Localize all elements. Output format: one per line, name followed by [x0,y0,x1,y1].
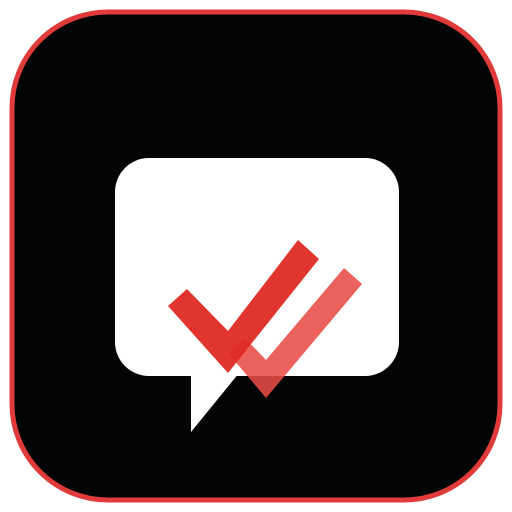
app-icon[interactable] [0,0,512,512]
app-icon-canvas [0,0,512,512]
chat-bubble-body [115,158,399,376]
